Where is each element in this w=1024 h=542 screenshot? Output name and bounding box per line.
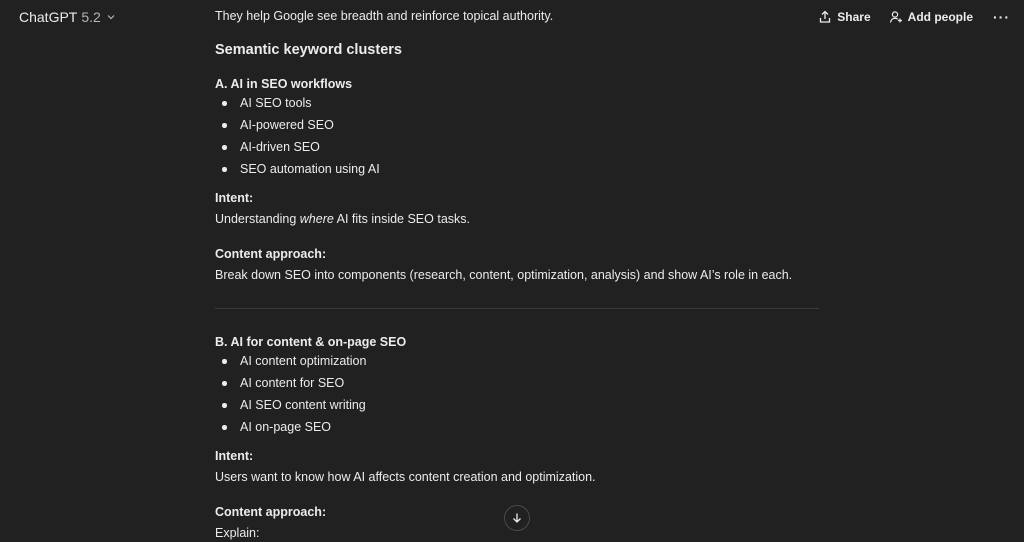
cluster-b-approach-label: Content approach: <box>215 505 327 519</box>
list-item: AI SEO tools <box>215 94 380 116</box>
more-options-button[interactable]: ··· <box>991 9 1012 25</box>
intro-text: They help Google see breadth and reinfor… <box>215 9 554 23</box>
list-item: AI content optimization <box>215 352 366 374</box>
intent-text-end: AI fits inside SEO tasks. <box>333 212 470 226</box>
cluster-b-approach-text: Explain: <box>215 526 260 540</box>
share-button[interactable]: Share <box>818 10 871 24</box>
cluster-a-intent-text: Understanding where AI fits inside SEO t… <box>215 210 470 228</box>
intent-emphasis: where <box>299 212 334 226</box>
cluster-a-approach-label: Content approach: <box>215 247 327 261</box>
add-people-label: Add people <box>907 10 973 24</box>
cluster-a-heading: A. AI in SEO workflows <box>215 77 353 91</box>
cluster-a-intent-label: Intent: <box>215 191 254 205</box>
model-version: 5.2 <box>81 9 101 25</box>
add-person-icon <box>889 11 902 23</box>
cluster-a-keyword-list: AI SEO tools AI-powered SEO AI-driven SE… <box>215 94 380 182</box>
header-actions: Share Add people ··· <box>818 9 1012 25</box>
section-heading: Semantic keyword clusters <box>215 42 402 58</box>
model-name: ChatGPT <box>19 9 78 25</box>
cluster-b-heading: B. AI for content & on-page SEO <box>215 335 407 349</box>
intent-text-start: Understanding <box>215 212 300 226</box>
list-item: AI-powered SEO <box>215 116 380 138</box>
list-item: AI SEO content writing <box>215 396 366 418</box>
list-item: SEO automation using AI <box>215 160 380 182</box>
add-people-button[interactable]: Add people <box>889 10 973 24</box>
arrow-down-icon <box>513 513 521 523</box>
list-item: AI content for SEO <box>215 374 366 396</box>
share-icon <box>820 10 831 23</box>
share-label: Share <box>837 10 871 24</box>
model-selector[interactable]: ChatGPT 5.2 <box>19 9 116 25</box>
cluster-b-keyword-list: AI content optimization AI content for S… <box>215 352 366 440</box>
scroll-to-bottom-button[interactable] <box>504 505 530 531</box>
list-item: AI-driven SEO <box>215 138 380 160</box>
cluster-b-intent-text: Users want to know how AI affects conten… <box>215 470 596 484</box>
cluster-a-approach-text: Break down SEO into components (research… <box>215 268 793 282</box>
chevron-down-icon <box>107 15 115 20</box>
section-divider <box>215 308 819 309</box>
cluster-b-intent-label: Intent: <box>215 449 254 463</box>
list-item: AI on-page SEO <box>215 418 366 440</box>
